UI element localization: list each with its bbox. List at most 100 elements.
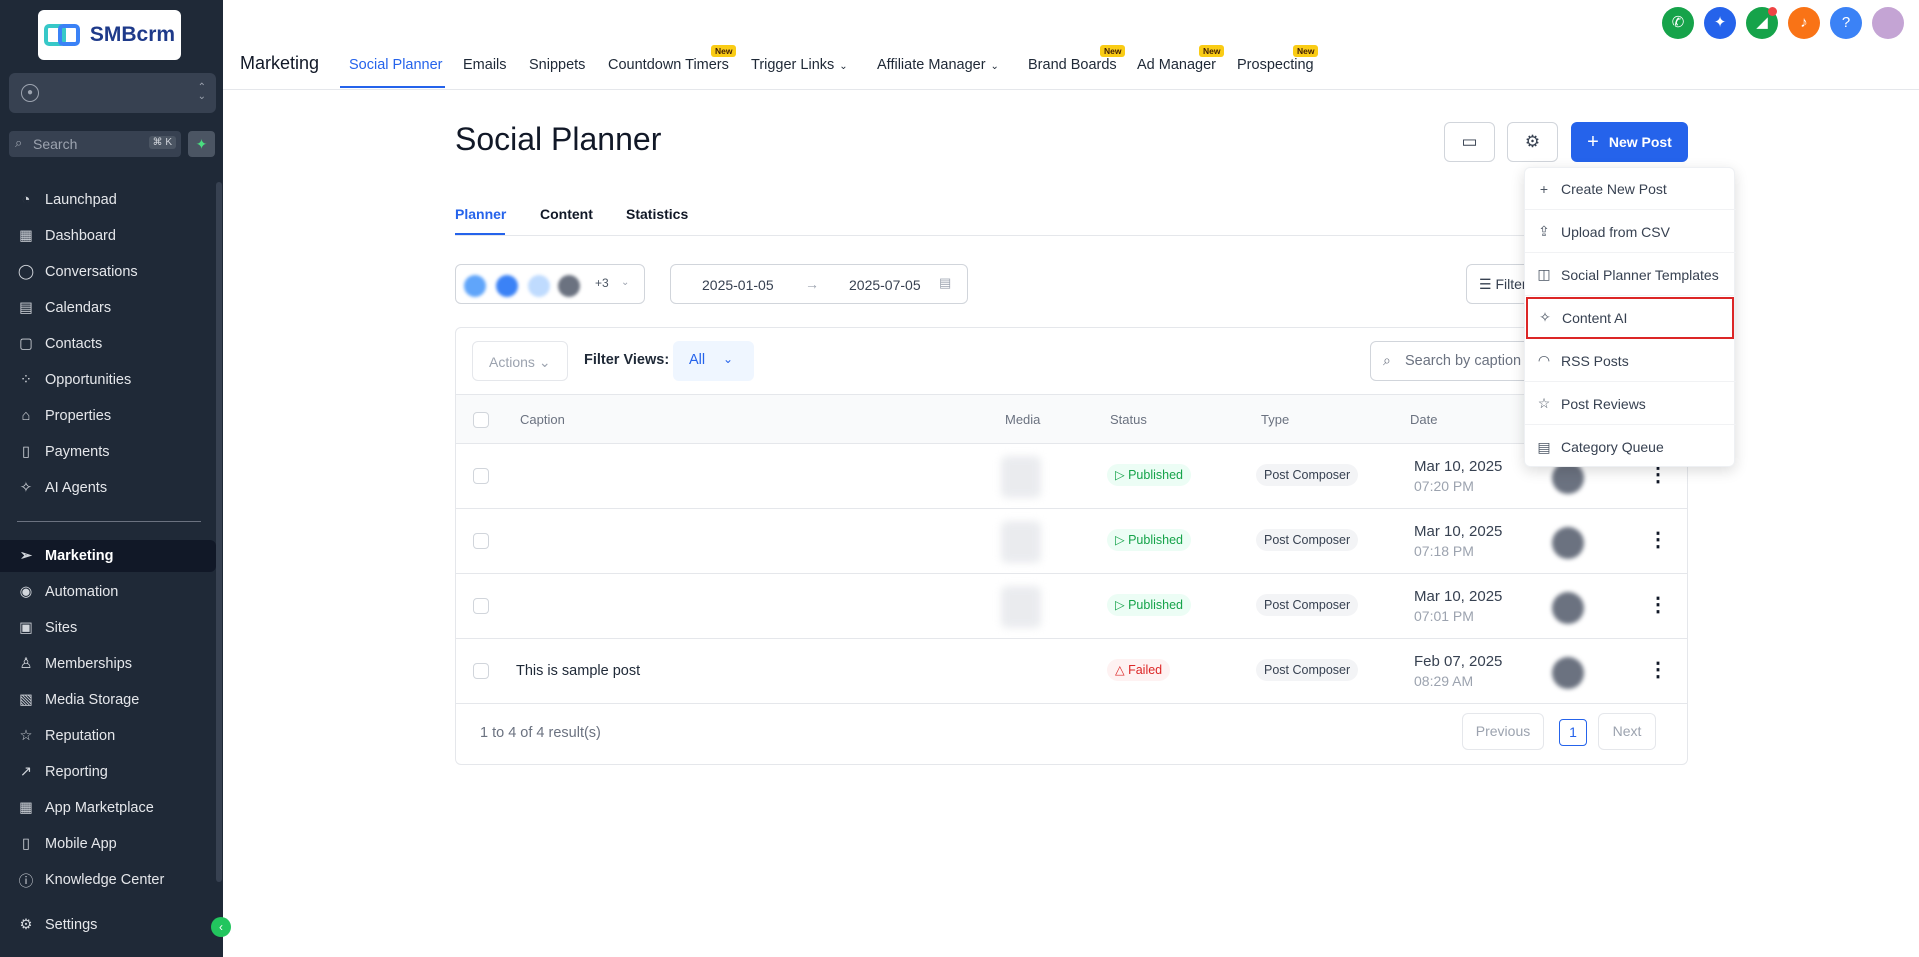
more-options-icon[interactable]: ⋮ bbox=[1648, 529, 1668, 553]
media-thumbnail[interactable] bbox=[1001, 456, 1041, 498]
settings-button[interactable]: ⚙ bbox=[1507, 122, 1558, 162]
sidebar-item-opportunities[interactable]: ⁘ Opportunities bbox=[0, 364, 216, 396]
sidebar-item-reporting[interactable]: ↗ Reporting bbox=[0, 756, 216, 788]
avatar[interactable] bbox=[1872, 7, 1904, 39]
ai-sparkle-icon[interactable]: ✦ bbox=[1704, 7, 1736, 39]
subtab-statistics[interactable]: Statistics bbox=[626, 206, 688, 222]
sidebar-item-contacts[interactable]: ▢ Contacts bbox=[0, 328, 216, 360]
sidebar-item-reputation[interactable]: ☆ Reputation bbox=[0, 720, 216, 752]
row-time: 07:20 PM bbox=[1414, 478, 1474, 494]
column-header-type: Type bbox=[1261, 412, 1290, 427]
sidebar-item-properties[interactable]: ⌂ Properties bbox=[0, 400, 216, 432]
menu-item-upload-from-csv[interactable]: ⇪ Upload from CSV bbox=[1525, 211, 1736, 253]
feedback-button[interactable]: ▭ bbox=[1444, 122, 1495, 162]
subtab-planner[interactable]: Planner bbox=[455, 206, 506, 222]
filter-views-label: Filter Views: bbox=[584, 352, 670, 368]
more-options-icon[interactable]: ⋮ bbox=[1648, 594, 1668, 618]
table-row[interactable]: ▷ Published Post Composer Mar 10, 2025 0… bbox=[456, 444, 1687, 509]
row-checkbox[interactable] bbox=[473, 598, 489, 614]
status-badge: △ Failed bbox=[1107, 659, 1171, 681]
tab-emails[interactable]: Emails bbox=[463, 57, 507, 73]
next-page-button[interactable]: Next bbox=[1598, 713, 1656, 750]
sidebar-item-payments[interactable]: ▯ Payments bbox=[0, 436, 216, 468]
phone-icon[interactable]: ✆ bbox=[1662, 7, 1694, 39]
table-row[interactable]: This is sample post △ Failed Post Compos… bbox=[456, 639, 1687, 704]
chevron-down-icon: ⌄ bbox=[538, 354, 551, 370]
row-time: 07:18 PM bbox=[1414, 543, 1474, 559]
tab-countdown-timers[interactable]: Countdown Timers bbox=[608, 57, 729, 73]
subtab-content[interactable]: Content bbox=[540, 206, 593, 222]
account-filter[interactable]: +3 ⌄ bbox=[455, 264, 645, 304]
account-switcher[interactable]: ● ⌃ ⌄ bbox=[9, 73, 216, 113]
trend-icon: ↗ bbox=[19, 764, 33, 780]
sidebar-item-dashboard[interactable]: ▦ Dashboard bbox=[0, 220, 216, 252]
menu-item-rss-posts[interactable]: ◠ RSS Posts bbox=[1525, 340, 1736, 382]
sidebar-item-sites[interactable]: ▣ Sites bbox=[0, 612, 216, 644]
tab-snippets[interactable]: Snippets bbox=[529, 57, 585, 73]
media-thumbnail[interactable] bbox=[1001, 521, 1041, 563]
date-range-picker[interactable]: 2025-01-05 → 2025-07-05 ▤ bbox=[670, 264, 968, 304]
row-date: Mar 10, 2025 bbox=[1414, 458, 1503, 475]
filter-views-select[interactable]: All ⌄ bbox=[673, 341, 754, 381]
row-checkbox[interactable] bbox=[473, 468, 489, 484]
column-header-media: Media bbox=[1005, 412, 1041, 427]
notification-dot bbox=[1768, 7, 1777, 16]
calendar-icon: ▤ bbox=[19, 300, 33, 316]
tab-prospecting[interactable]: Prospecting bbox=[1237, 57, 1314, 73]
menu-item-post-reviews[interactable]: ☆ Post Reviews bbox=[1525, 383, 1736, 425]
bell-icon[interactable]: ♪ bbox=[1788, 7, 1820, 39]
receipt-icon: ▯ bbox=[22, 444, 30, 460]
table-row[interactable]: ▷ Published Post Composer Mar 10, 2025 0… bbox=[456, 574, 1687, 639]
chat-icon: ◯ bbox=[17, 264, 35, 280]
sidebar-item-media-storage[interactable]: ▧ Media Storage bbox=[0, 684, 216, 716]
row-time: 07:01 PM bbox=[1414, 608, 1474, 624]
tab-social-planner[interactable]: Social Planner bbox=[349, 57, 443, 73]
tab-brand-boards[interactable]: Brand Boards bbox=[1028, 57, 1117, 73]
menu-item-create-new-post[interactable]: + Create New Post bbox=[1525, 168, 1736, 210]
search-icon: ⌕ bbox=[15, 135, 23, 150]
subtab-divider bbox=[455, 235, 1685, 236]
sidebar-divider bbox=[17, 521, 201, 522]
menu-item-content-ai[interactable]: ✧ Content AI bbox=[1526, 297, 1734, 339]
row-checkbox[interactable] bbox=[473, 533, 489, 549]
table-row[interactable]: ▷ Published Post Composer Mar 10, 2025 0… bbox=[456, 509, 1687, 574]
status-badge: ▷ Published bbox=[1107, 529, 1191, 551]
sidebar-scrollbar[interactable] bbox=[216, 182, 222, 882]
ai-wand-icon: ✧ bbox=[1539, 309, 1551, 325]
page-number-button[interactable]: 1 bbox=[1559, 719, 1587, 746]
new-badge: New bbox=[1100, 45, 1126, 57]
menu-item-social-planner-templates[interactable]: ◫ Social Planner Templates bbox=[1525, 254, 1736, 296]
quick-action-sparkle-icon[interactable]: ✦ bbox=[188, 131, 215, 157]
apps-icon: ▦ bbox=[19, 800, 33, 816]
select-all-checkbox[interactable] bbox=[473, 412, 489, 428]
sidebar-item-ai-agents[interactable]: ✧ AI Agents bbox=[0, 472, 216, 504]
media-thumbnail[interactable] bbox=[1001, 586, 1041, 628]
more-options-icon[interactable]: ⋮ bbox=[1648, 659, 1668, 683]
tab-trigger-links[interactable]: Trigger Links ⌄ bbox=[751, 57, 848, 73]
previous-page-button[interactable]: Previous bbox=[1462, 713, 1544, 750]
actions-dropdown[interactable]: Actions ⌄ bbox=[472, 341, 568, 381]
tab-affiliate-manager[interactable]: Affiliate Manager ⌄ bbox=[877, 57, 999, 73]
sidebar-item-marketing[interactable]: ➢ Marketing bbox=[0, 540, 216, 572]
sidebar-item-memberships[interactable]: ♙ Memberships bbox=[0, 648, 216, 680]
sidebar-search[interactable]: ⌕ Search ⌘ K bbox=[9, 131, 181, 157]
menu-item-category-queue[interactable]: ▤ Category Queue bbox=[1525, 426, 1736, 468]
help-icon[interactable]: ? bbox=[1830, 7, 1862, 39]
row-checkbox[interactable] bbox=[473, 663, 489, 679]
logo[interactable]: SMBcrm bbox=[38, 10, 181, 60]
sidebar-item-mobile-app[interactable]: ▯ Mobile App bbox=[0, 828, 216, 860]
sidebar-item-knowledge-center[interactable]: ⓘ Knowledge Center bbox=[0, 864, 216, 896]
sidebar-item-launchpad[interactable]: ◔ Launchpad bbox=[0, 184, 216, 216]
sidebar-item-automation[interactable]: ◉ Automation bbox=[0, 576, 216, 608]
status-badge: ▷ Published bbox=[1107, 464, 1191, 486]
sidebar-item-app-marketplace[interactable]: ▦ App Marketplace bbox=[0, 792, 216, 824]
tab-ad-manager[interactable]: Ad Manager bbox=[1137, 57, 1216, 73]
sidebar-item-conversations[interactable]: ◯ Conversations bbox=[0, 256, 216, 288]
play-icon: ▷ bbox=[1115, 598, 1129, 612]
sidebar-item-settings[interactable]: ⚙ Settings bbox=[0, 909, 216, 941]
info-icon: ⓘ bbox=[18, 873, 34, 890]
new-post-button[interactable]: + New Post bbox=[1571, 122, 1688, 162]
collapse-sidebar-icon[interactable]: ‹ bbox=[211, 917, 231, 937]
account-avatar bbox=[464, 275, 486, 297]
sidebar-item-calendars[interactable]: ▤ Calendars bbox=[0, 292, 216, 324]
